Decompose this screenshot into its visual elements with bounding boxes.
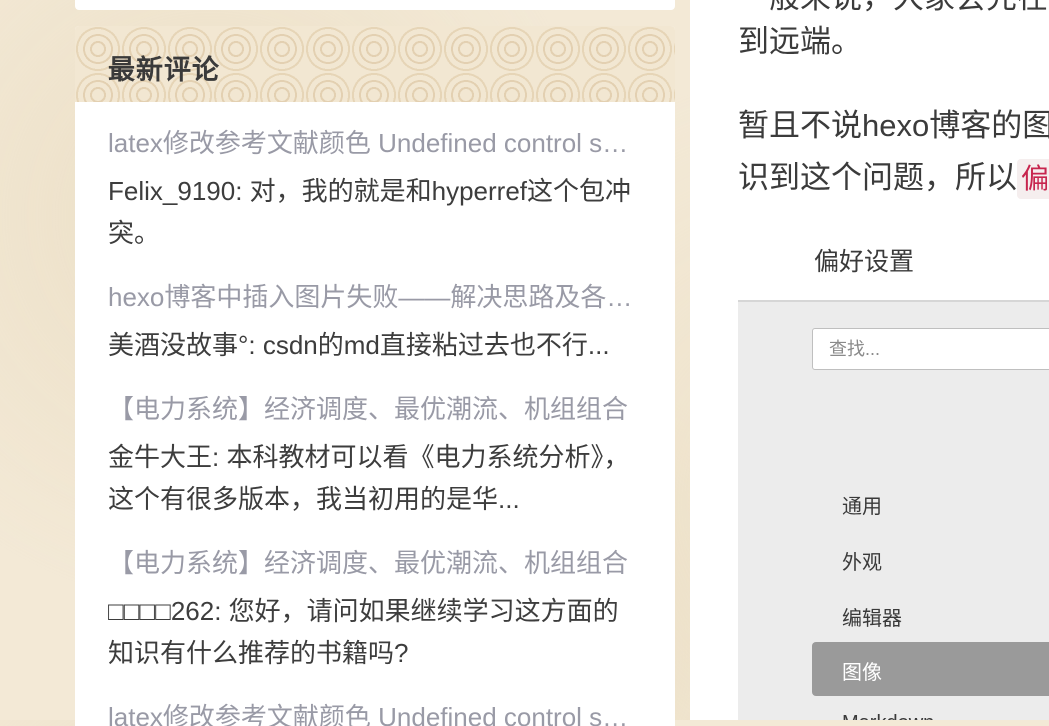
comment-list: latex修改参考文献颜色 Undefined control sequence… <box>75 128 675 726</box>
post-content: 一般来说，大家会先在 到远端。 暂且不说hexo博客的图 识到这个问题，所以偏 … <box>690 0 1049 720</box>
comment-post-title[interactable]: latex修改参考文献颜色 Undefined control sequence <box>108 702 642 726</box>
post-paragraph-line: 识到这个问题，所以偏 <box>738 158 1049 199</box>
comment-body[interactable]: □□□□262: 您好，请问如果继续学习这方面的知识有什么推荐的书籍吗? <box>108 590 642 674</box>
nav-item-editor: 编辑器 <box>842 608 902 630</box>
nav-item-appearance: 外观 <box>842 552 882 574</box>
section-title: 最新评论 <box>108 55 220 85</box>
list-item[interactable]: hexo博客中插入图片失败——解决思路及各种方法总结 美酒没故事°: csdn的… <box>108 282 642 366</box>
list-item[interactable]: 【电力系统】经济调度、最优潮流、机组组合 金牛大王: 本科教材可以看《电力系统分… <box>108 394 642 520</box>
preferences-title: 偏好设置 <box>814 248 915 276</box>
comment-body[interactable]: 金牛大王: 本科教材可以看《电力系统分析》，这个有很多版本，我当初用的是华... <box>108 436 642 520</box>
nav-item-markdown: Markdown <box>842 712 934 720</box>
list-item[interactable]: latex修改参考文献颜色 Undefined control sequence <box>108 702 642 726</box>
post-text-span: 识到这个问题，所以 <box>738 160 1017 195</box>
comment-post-title[interactable]: 【电力系统】经济调度、最优潮流、机组组合 <box>108 548 642 578</box>
list-item[interactable]: 【电力系统】经济调度、最优潮流、机组组合 □□□□262: 您好，请问如果继续学… <box>108 548 642 674</box>
comment-post-title[interactable]: latex修改参考文献颜色 Undefined control sequence <box>108 128 642 158</box>
nav-item-general: 通用 <box>842 496 882 518</box>
previous-card-bottom <box>75 0 675 10</box>
comment-post-title[interactable]: hexo博客中插入图片失败——解决思路及各种方法总结 <box>108 282 642 312</box>
post-paragraph-line: 一般来说，大家会先在 <box>738 0 1048 18</box>
search-input: 查找... <box>812 328 1049 370</box>
comment-post-title[interactable]: 【电力系统】经济调度、最优潮流、机组组合 <box>108 394 642 424</box>
embedded-screenshot: 偏好设置 查找... 通用 外观 编辑器 图像 Markdown <box>738 228 1049 720</box>
card-header: 最新评论 <box>75 26 675 102</box>
nav-item-image-label: 图像 <box>842 662 882 684</box>
list-item[interactable]: latex修改参考文献颜色 Undefined control sequence… <box>108 128 642 254</box>
comment-body[interactable]: 美酒没故事°: csdn的md直接粘过去也不行... <box>108 324 642 366</box>
nav-item-image: 图像 <box>812 642 1049 696</box>
inline-code: 偏 <box>1017 159 1049 199</box>
comment-body[interactable]: Felix_9190: 对，我的就是和hyperref这个包冲突。 <box>108 170 642 254</box>
post-paragraph-line: 暂且不说hexo博客的图 <box>738 108 1049 143</box>
latest-comments-card: 最新评论 latex修改参考文献颜色 Undefined control seq… <box>75 26 675 726</box>
post-paragraph-line: 到远端。 <box>738 24 862 59</box>
